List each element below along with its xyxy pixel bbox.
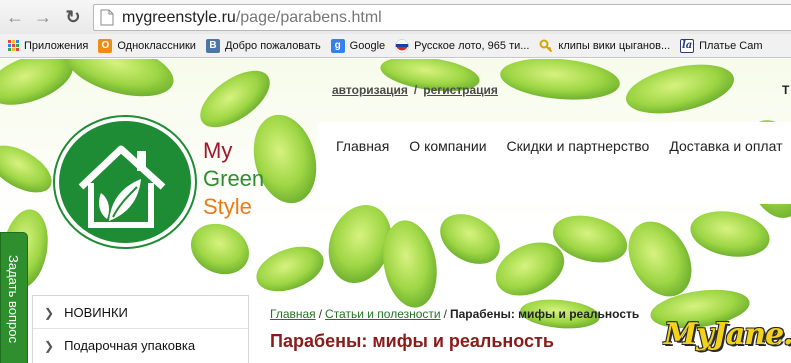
reload-icon: ↻ (65, 6, 81, 27)
logo-text[interactable]: My Green Style (203, 137, 264, 221)
ask-question-tab[interactable]: Задать вопрос (0, 232, 28, 363)
sidebar-menu: ❯ НОВИНКИ ❯ Подарочная упаковка (32, 295, 249, 363)
header-right-text: Т (782, 83, 790, 97)
sidebar-item-label: НОВИНКИ (64, 305, 128, 320)
sidebar-item-gift-wrap[interactable]: ❯ Подарочная упаковка (44, 338, 195, 353)
back-button[interactable]: ← (4, 6, 26, 28)
bookmark-label: Русское лото, 965 ти... (414, 39, 530, 52)
logo-my: My (203, 138, 233, 163)
page-icon (100, 9, 114, 26)
apps-icon (8, 40, 19, 51)
bookmark-label: клипы вики цыганов... (558, 39, 671, 52)
menu-item-delivery[interactable]: Доставка и оплат (669, 138, 782, 154)
sidebar-divider (33, 328, 248, 329)
web-page: авторизация / регистрация Т My Green Style… (0, 59, 791, 363)
auth-links: авторизация / регистрация (332, 83, 498, 97)
bookmark-label: Одноклассники (117, 39, 196, 52)
key-icon (539, 39, 553, 52)
main-menu-panel: Главная О компании Скидки и партнерство … (317, 122, 791, 204)
bookmark-odnoklassniki[interactable]: О Одноклассники (98, 38, 196, 53)
bookmark-clips[interactable]: клипы вики цыганов... (539, 39, 670, 53)
breadcrumb: Главная / Статьи и полезности / Парабены: ми… (270, 307, 639, 321)
odnoklassniki-icon: О (98, 38, 113, 53)
bookmark-google[interactable]: g Google (330, 38, 386, 53)
address-bar[interactable]: mygreenstyle.ru/page/parabens.html (93, 4, 791, 31)
menu-item-home[interactable]: Главная (336, 138, 389, 154)
bookmark-label: Добро пожаловать (224, 39, 321, 52)
russian-flag-icon (395, 38, 409, 53)
browser-toolbar: ← → ↻ mygreenstyle.ru/page/parabens.html (0, 0, 791, 34)
bookmark-label: Платье Cam (699, 39, 763, 52)
ask-question-label: Задать вопрос (6, 255, 21, 343)
la-icon: la (680, 38, 695, 53)
url-path: /page/parabens.html (235, 8, 382, 26)
breadcrumb-separator: / (443, 307, 447, 321)
bookmark-la[interactable]: la Платье Cam (680, 38, 763, 53)
url-domain: mygreenstyle.ru (122, 8, 236, 26)
page-title: Парабены: мифы и реальность (270, 331, 554, 351)
menu-item-about[interactable]: О компании (409, 138, 486, 154)
sidebar-item-new[interactable]: ❯ НОВИНКИ (44, 305, 128, 320)
auth-separator: / (413, 83, 418, 97)
bookmark-label: Приложения (24, 39, 89, 52)
breadcrumb-separator: / (318, 307, 323, 321)
bookmark-lotto[interactable]: Русское лото, 965 ти... (395, 38, 530, 53)
reload-button[interactable]: ↻ (62, 6, 84, 28)
chevron-right-icon: ❯ (44, 338, 55, 353)
breadcrumb-current: Парабены: мифы и реальность (449, 307, 640, 321)
forward-button[interactable]: → (32, 6, 54, 28)
vk-icon: B (205, 38, 220, 53)
house-leaf-icon (78, 145, 166, 228)
bookmarks-bar: Приложения О Одноклассники B Добро пожал… (0, 34, 791, 58)
google-icon: g (330, 38, 345, 53)
login-link[interactable]: авторизация (332, 83, 408, 97)
arrow-left-icon: ← (6, 6, 24, 27)
chevron-right-icon: ❯ (44, 305, 55, 320)
logo-green: Green (203, 166, 265, 191)
site-logo[interactable] (55, 117, 195, 247)
main-menu: Главная О компании Скидки и партнерство … (336, 138, 791, 154)
breadcrumb-home[interactable]: Главная (270, 307, 316, 321)
register-link[interactable]: регистрация (423, 83, 498, 97)
bookmark-label: Google (349, 39, 386, 52)
bookmark-apps[interactable]: Приложения (8, 40, 88, 52)
breadcrumb-section[interactable]: Статьи и полезности (325, 307, 441, 321)
sidebar-item-label: Подарочная упаковка (64, 338, 196, 353)
arrow-right-icon: → (34, 6, 52, 27)
menu-item-discounts[interactable]: Скидки и партнерство (507, 138, 650, 154)
watermark: MyJane.ru (664, 317, 791, 352)
url-text: mygreenstyle.ru/page/parabens.html (122, 9, 382, 27)
bookmark-vk[interactable]: B Добро пожаловать (205, 38, 321, 53)
logo-style: Style (203, 194, 252, 219)
